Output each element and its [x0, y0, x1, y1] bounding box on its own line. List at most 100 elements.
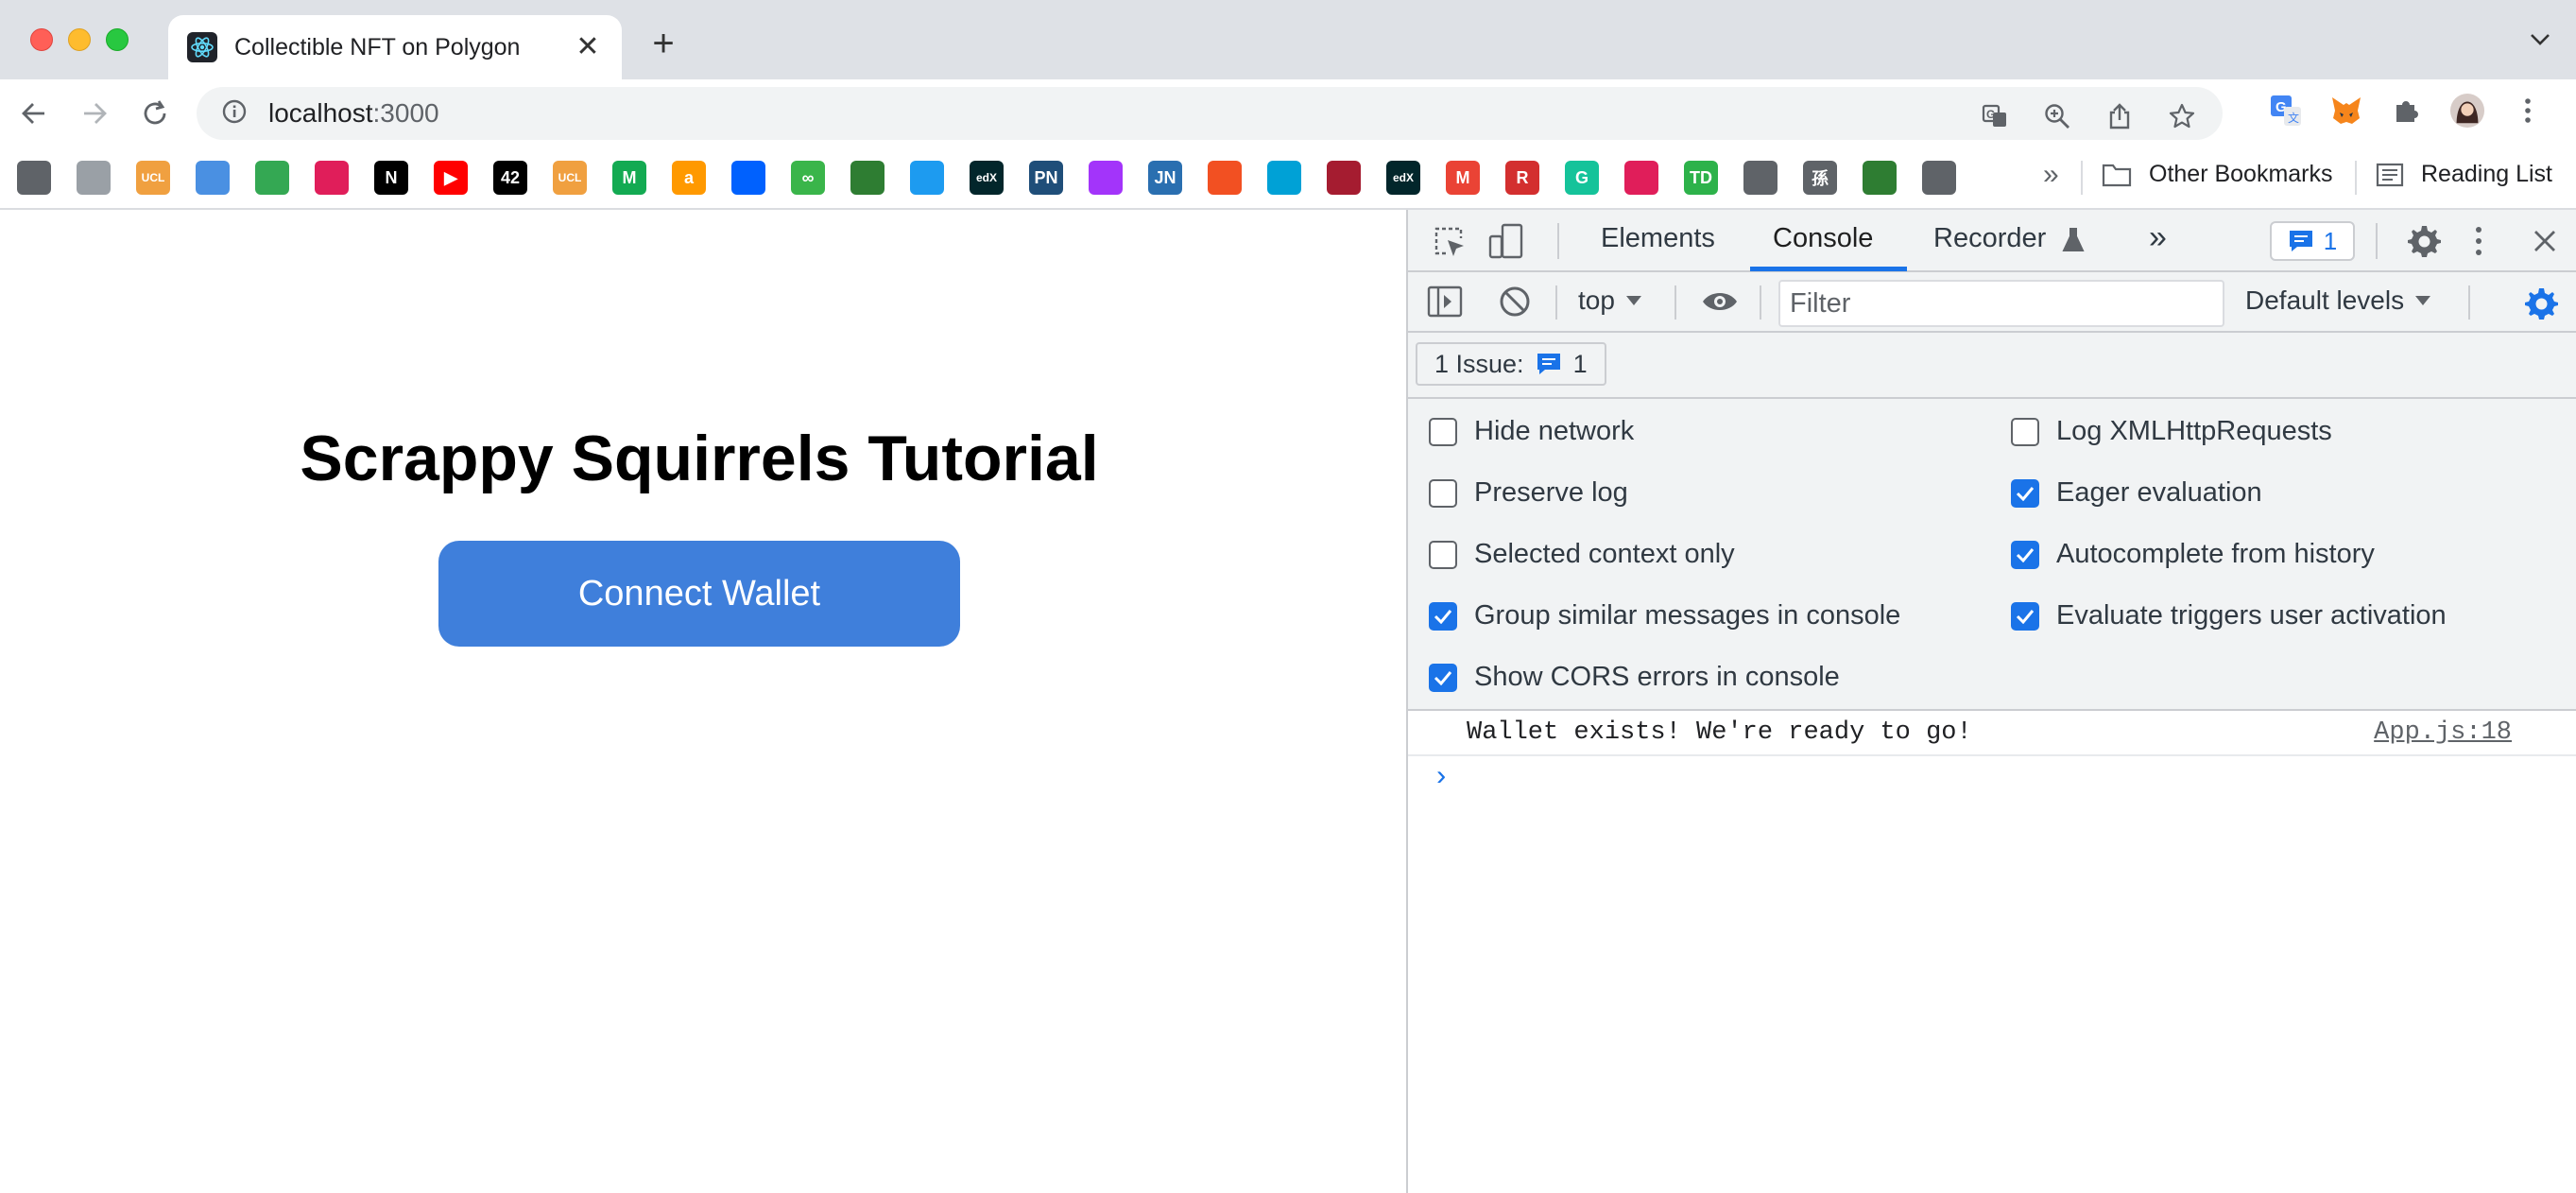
live-expression-eye-icon[interactable] — [1701, 287, 1739, 320]
slack-icon[interactable] — [315, 161, 349, 195]
google-translate-extension-icon[interactable]: G文 — [2268, 93, 2304, 129]
mongo-icon[interactable]: M — [612, 161, 646, 195]
setting-selected-context-only[interactable]: Selected context only — [1429, 539, 1735, 570]
forward-arrow-icon[interactable] — [76, 95, 113, 132]
youtube-icon[interactable]: ▶ — [434, 161, 468, 195]
r-icon[interactable]: R — [1505, 161, 1539, 195]
issues-badge[interactable]: 1 — [2270, 221, 2355, 261]
setting-show-cors-errors-in-console[interactable]: Show CORS errors in console — [1429, 662, 1840, 693]
tab-recorder[interactable]: Recorder — [1933, 223, 2046, 254]
jn-icon[interactable]: JN — [1148, 161, 1182, 195]
clear-console-icon[interactable] — [1499, 285, 1531, 322]
metamask-fox-icon[interactable] — [2328, 93, 2364, 129]
new-tab-button[interactable]: + — [648, 25, 678, 62]
bilibili-icon[interactable] — [1267, 161, 1301, 195]
notion-icon[interactable]: N — [374, 161, 408, 195]
setting-hide-network[interactable]: Hide network — [1429, 416, 1634, 447]
frog-icon[interactable] — [850, 161, 884, 195]
issue-message-icon — [1537, 354, 1560, 374]
more-bookmarks-chevron-icon[interactable]: » — [2043, 159, 2059, 191]
log-levels-dropdown[interactable]: Default levels — [2245, 285, 2432, 316]
setting-label: Autocomplete from history — [2056, 539, 2375, 569]
browser-tab[interactable]: Collectible NFT on Polygon ✕ — [168, 15, 622, 79]
console-prompt[interactable]: › — [1433, 762, 1450, 794]
checkbox[interactable] — [2011, 417, 2039, 446]
more-tabs-chevron-icon[interactable]: » — [2149, 219, 2167, 256]
google-drive-icon[interactable] — [255, 161, 289, 195]
svg-text:文: 文 — [2288, 111, 2299, 125]
globe-icon[interactable] — [17, 161, 51, 195]
checkbox[interactable] — [1429, 540, 1457, 569]
translate-icon[interactable]: G — [1977, 98, 2013, 134]
setting-eager-evaluation[interactable]: Eager evaluation — [2011, 477, 2262, 509]
sun-char-icon[interactable]: 孫 — [1803, 161, 1837, 195]
map-icon[interactable] — [1863, 161, 1897, 195]
close-window-button[interactable] — [30, 28, 53, 51]
connect-wallet-button[interactable]: Connect Wallet — [438, 541, 960, 647]
checkbox[interactable] — [1429, 417, 1457, 446]
profile-avatar[interactable] — [2449, 93, 2485, 129]
address-bar[interactable]: localhost:3000 G — [197, 87, 2223, 140]
setting-autocomplete-from-history[interactable]: Autocomplete from history — [2011, 539, 2375, 570]
link-icon[interactable]: ∞ — [791, 161, 825, 195]
td-icon[interactable]: TD — [1684, 161, 1718, 195]
ucl-icon[interactable]: UCL — [136, 161, 170, 195]
setting-preserve-log[interactable]: Preserve log — [1429, 477, 1628, 509]
bookmark-star-icon[interactable] — [2164, 98, 2200, 134]
slack-2-icon[interactable] — [1624, 161, 1658, 195]
gmail-icon[interactable]: M — [1446, 161, 1480, 195]
console-settings-gear-icon[interactable] — [2523, 285, 2559, 326]
dropbox-icon[interactable] — [731, 161, 765, 195]
checkbox[interactable] — [1429, 601, 1457, 631]
setting-evaluate-triggers-user-activation[interactable]: Evaluate triggers user activation — [2011, 600, 2447, 631]
amazon-icon[interactable]: a — [672, 161, 706, 195]
info-icon[interactable] — [221, 98, 248, 130]
minimize-window-button[interactable] — [68, 28, 91, 51]
console-message-source-link[interactable]: App.js:18 — [2374, 718, 2512, 747]
globe-3-icon[interactable] — [1922, 161, 1956, 195]
setting-group-similar-messages-in-console[interactable]: Group similar messages in console — [1429, 600, 1900, 631]
inspect-element-icon[interactable] — [1433, 225, 1467, 264]
settings-gear-icon[interactable] — [2406, 223, 2442, 264]
twitter-icon[interactable] — [910, 161, 944, 195]
jn-icon-text: JN — [1154, 167, 1176, 187]
edx-icon[interactable]: edX — [970, 161, 1004, 195]
harvard-icon[interactable] — [1327, 161, 1361, 195]
globe-2-icon[interactable] — [1743, 161, 1777, 195]
extensions-puzzle-icon[interactable] — [2389, 93, 2425, 129]
checkbox[interactable] — [2011, 540, 2039, 569]
close-devtools-icon[interactable] — [2533, 229, 2557, 258]
tab-elements[interactable]: Elements — [1601, 223, 1715, 254]
tab-console[interactable]: Console — [1773, 223, 1873, 254]
edx-2-icon[interactable]: edX — [1386, 161, 1420, 195]
reload-icon[interactable] — [136, 95, 174, 132]
sidebar-toggle-icon[interactable] — [1427, 285, 1463, 322]
ucl-2-icon[interactable]: UCL — [553, 161, 587, 195]
42-icon[interactable]: 42 — [493, 161, 527, 195]
reading-list-button[interactable]: Reading List — [2376, 161, 2552, 188]
tab-close-icon[interactable]: ✕ — [573, 32, 603, 62]
grammarly-icon[interactable]: G — [1565, 161, 1599, 195]
more-vert-icon[interactable] — [2510, 93, 2546, 129]
stack-icon[interactable] — [196, 161, 230, 195]
zoom-icon[interactable] — [2039, 98, 2075, 134]
checkbox[interactable] — [1429, 663, 1457, 692]
checkbox[interactable] — [1429, 478, 1457, 508]
tab-search-chevron-icon[interactable] — [2529, 32, 2551, 52]
microsoft-icon[interactable] — [1208, 161, 1242, 195]
messenger-icon[interactable] — [1089, 161, 1123, 195]
console-filter-input[interactable] — [1778, 280, 2224, 327]
other-bookmarks-folder[interactable]: Other Bookmarks — [2102, 161, 2333, 188]
checkbox[interactable] — [2011, 478, 2039, 508]
device-toolbar-icon[interactable] — [1487, 223, 1525, 264]
maximize-window-button[interactable] — [106, 28, 129, 51]
share-icon[interactable] — [2102, 98, 2138, 134]
devtools-menu-icon[interactable] — [2474, 225, 2483, 262]
context-selector[interactable]: top — [1578, 285, 1643, 316]
issues-chip[interactable]: 1 Issue: 1 — [1416, 342, 1606, 386]
setting-log-xmlhttprequests[interactable]: Log XMLHttpRequests — [2011, 416, 2332, 447]
checkbox[interactable] — [2011, 601, 2039, 631]
pnas-icon[interactable]: PN — [1029, 161, 1063, 195]
globe-gray-icon[interactable] — [77, 161, 111, 195]
back-arrow-icon[interactable] — [15, 95, 53, 132]
